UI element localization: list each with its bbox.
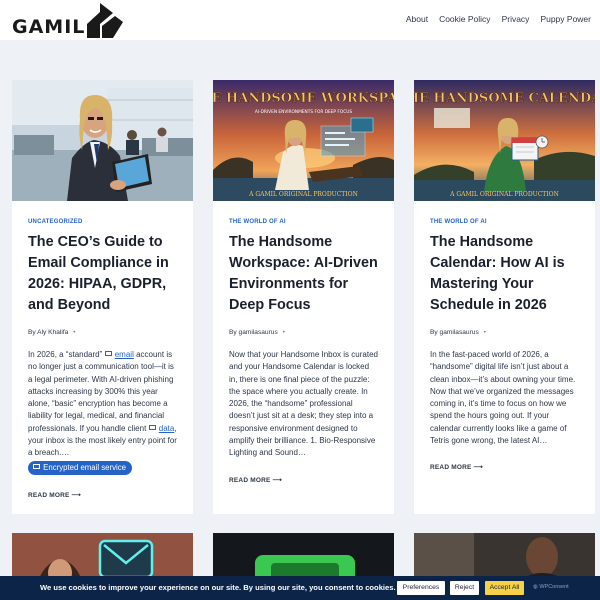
meta-separator: • xyxy=(73,329,76,336)
read-more-label: READ MORE xyxy=(28,491,70,499)
post-thumbnail[interactable]: THE HANDSOME WORKSPACE AI-DRIVEN ENVIRON… xyxy=(213,80,394,201)
cookie-consent-bar: We use cookies to improve your experienc… xyxy=(0,576,600,600)
poster-footer: A GAMIL ORIGINAL PRODUCTION xyxy=(449,191,559,198)
post-author[interactable]: gamilasaurus xyxy=(239,329,278,336)
post-title[interactable]: The Handsome Workspace: AI-Driven Enviro… xyxy=(229,232,379,316)
arrow-right-icon: ⟶ xyxy=(71,491,82,499)
logo-mark-icon xyxy=(87,3,124,38)
nav-cookie-policy[interactable]: Cookie Policy xyxy=(439,14,491,24)
read-more-label: READ MORE xyxy=(430,464,472,472)
cookie-accept-all-button[interactable]: Accept All xyxy=(485,581,524,595)
read-more-link[interactable]: READ MORE ⟶ xyxy=(229,476,379,484)
link-preview-icon xyxy=(104,351,112,356)
post-excerpt: In the fast-paced world of 2026, a “hand… xyxy=(430,350,576,446)
excerpt-link-email[interactable]: email xyxy=(115,350,134,359)
author-prefix: By xyxy=(28,329,36,336)
post-author[interactable]: gamilasaurus xyxy=(440,329,479,336)
nav-puppy-power[interactable]: Puppy Power xyxy=(540,14,591,24)
wpconsent-badge[interactable]: ◍ WPConsent xyxy=(533,584,569,590)
arrow-right-icon: ⟶ xyxy=(272,476,283,484)
excerpt-text: In 2026, a “standard” xyxy=(28,350,105,359)
poster-title: THE HANDSOME CALENDAR xyxy=(414,91,595,106)
poster-title: THE HANDSOME WORKSPACE xyxy=(213,91,394,106)
meta-separator: • xyxy=(483,329,486,336)
main-nav: About Cookie Policy Privacy Puppy Power xyxy=(406,14,591,24)
excerpt-link-data[interactable]: data xyxy=(159,424,175,433)
arrow-right-icon: ⟶ xyxy=(473,464,484,472)
cookie-message: We use cookies to improve your experienc… xyxy=(40,583,396,592)
post-excerpt: In 2026, a “standard” email account is n… xyxy=(28,349,178,475)
meta-separator: • xyxy=(282,329,285,336)
poster-subtitle: AI-DRIVEN ENVIRONMENTS FOR DEEP FOCUS xyxy=(255,109,353,115)
pill-label: Encrypted email service xyxy=(43,462,126,472)
read-more-link[interactable]: READ MORE ⟶ xyxy=(430,463,580,471)
encrypted-email-pill[interactable]: Encrypted email service xyxy=(28,460,132,475)
post-category[interactable]: THE WORLD OF AI xyxy=(229,219,379,225)
post-thumbnail[interactable] xyxy=(12,80,193,201)
post-thumbnail[interactable]: THE HANDSOME CALENDAR A GAMIL ORIGINAL P… xyxy=(414,80,595,201)
post-title[interactable]: The Handsome Calendar: How AI is Masteri… xyxy=(430,232,580,316)
poster-footer: A GAMIL ORIGINAL PRODUCTION xyxy=(248,191,358,198)
author-prefix: By xyxy=(430,329,438,336)
post-meta: By gamilasaurus • xyxy=(430,329,580,336)
nav-about[interactable]: About xyxy=(406,14,428,24)
read-more-link[interactable]: READ MORE ⟶ xyxy=(28,491,178,499)
post-category[interactable]: UNCATEGORIZED xyxy=(28,219,178,225)
post-category[interactable]: THE WORLD OF AI xyxy=(430,219,580,225)
post-author[interactable]: Aly Khalifa xyxy=(37,329,68,336)
post-card: THE HANDSOME WORKSPACE AI-DRIVEN ENVIRON… xyxy=(213,80,394,514)
nav-privacy[interactable]: Privacy xyxy=(502,14,530,24)
author-prefix: By xyxy=(229,329,237,336)
post-card: THE HANDSOME CALENDAR A GAMIL ORIGINAL P… xyxy=(414,80,595,514)
excerpt-text: account is no longer just a communicatio… xyxy=(28,350,174,433)
post-meta: By gamilasaurus • xyxy=(229,329,379,336)
site-header: GAMIL About Cookie Policy Privacy Puppy … xyxy=(0,0,600,40)
read-more-label: READ MORE xyxy=(229,476,271,484)
post-card: UNCATEGORIZED The CEO’s Guide to Email C… xyxy=(12,80,193,514)
link-preview-icon xyxy=(33,463,40,469)
post-title[interactable]: The CEO’s Guide to Email Compliance in 2… xyxy=(28,232,178,316)
wpconsent-icon: ◍ xyxy=(533,584,538,590)
site-logo[interactable]: GAMIL xyxy=(12,3,124,38)
post-meta: By Aly Khalifa • xyxy=(28,329,178,336)
post-excerpt: Now that your Handsome Inbox is curated … xyxy=(229,350,378,458)
wpconsent-label: WPConsent xyxy=(539,584,569,590)
logo-text: GAMIL xyxy=(12,16,86,38)
cookie-preferences-button[interactable]: Preferences xyxy=(397,581,445,595)
cookie-reject-button[interactable]: Reject xyxy=(450,581,479,595)
link-preview-icon xyxy=(148,424,156,430)
